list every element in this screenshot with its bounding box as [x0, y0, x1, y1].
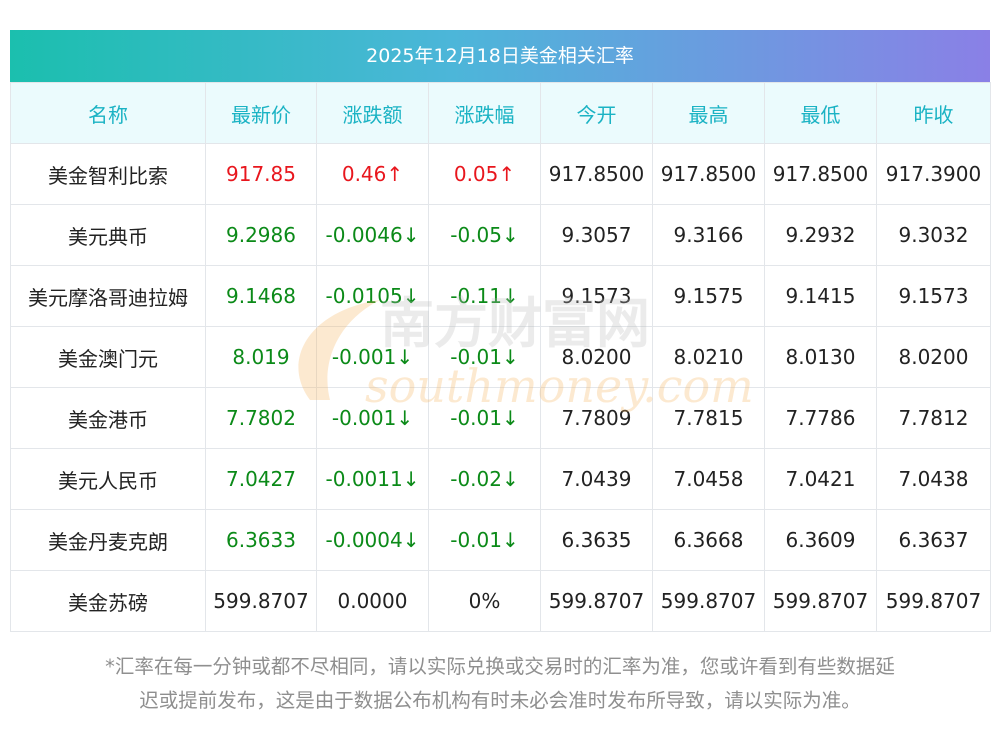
currency-name: 美金苏磅: [10, 570, 206, 632]
high-price: 9.1575: [652, 265, 765, 327]
table-row: 美金苏磅 599.8707 0.0000 0% 599.8707 599.870…: [10, 570, 991, 632]
header-latest: 最新价: [205, 82, 317, 144]
open-price: 7.0439: [540, 448, 653, 510]
disclaimer-note: *汇率在每一分钟或都不尽相同，请以实际兑换或交易时的汇率为准，您或许看到有些数据…: [10, 650, 990, 718]
latest-price: 8.019: [205, 326, 317, 388]
open-price: 8.0200: [540, 326, 653, 388]
change-amount: -0.0046↓: [316, 204, 429, 266]
table-title: 2025年12月18日美金相关汇率: [10, 30, 990, 82]
low-price: 7.0421: [764, 448, 877, 510]
table-row: 美金智利比索 917.85 0.46↑ 0.05↑ 917.8500 917.8…: [10, 143, 991, 205]
change-amount: -0.001↓: [316, 326, 429, 388]
low-price: 6.3609: [764, 509, 877, 571]
change-amount: 0.46↑: [316, 143, 429, 205]
change-percent: 0.05↑: [428, 143, 541, 205]
change-percent: -0.02↓: [428, 448, 541, 510]
table-row: 美金港币 7.7802 -0.001↓ -0.01↓ 7.7809 7.7815…: [10, 387, 991, 449]
currency-name: 美金丹麦克朗: [10, 509, 206, 571]
prev-close: 7.0438: [876, 448, 991, 510]
high-price: 8.0210: [652, 326, 765, 388]
latest-price: 9.1468: [205, 265, 317, 327]
open-price: 9.3057: [540, 204, 653, 266]
low-price: 8.0130: [764, 326, 877, 388]
disclaimer-line-1: *汇率在每一分钟或都不尽相同，请以实际兑换或交易时的汇率为准，您或许看到有些数据…: [105, 655, 895, 678]
change-amount: 0.0000: [316, 570, 429, 632]
change-amount: -0.001↓: [316, 387, 429, 449]
prev-close: 8.0200: [876, 326, 991, 388]
change-percent: -0.05↓: [428, 204, 541, 266]
change-percent: -0.01↓: [428, 387, 541, 449]
open-price: 599.8707: [540, 570, 653, 632]
latest-price: 9.2986: [205, 204, 317, 266]
high-price: 9.3166: [652, 204, 765, 266]
table-header-row: 名称 最新价 涨跌额 涨跌幅 今开 最高 最低 昨收: [10, 82, 991, 144]
currency-name: 美金港币: [10, 387, 206, 449]
low-price: 7.7786: [764, 387, 877, 449]
currency-name: 美金智利比索: [10, 143, 206, 205]
table-row: 美金澳门元 8.019 -0.001↓ -0.01↓ 8.0200 8.0210…: [10, 326, 991, 388]
low-price: 9.1415: [764, 265, 877, 327]
latest-price: 6.3633: [205, 509, 317, 571]
prev-close: 9.1573: [876, 265, 991, 327]
latest-price: 7.0427: [205, 448, 317, 510]
open-price: 7.7809: [540, 387, 653, 449]
open-price: 917.8500: [540, 143, 653, 205]
low-price: 599.8707: [764, 570, 877, 632]
change-amount: -0.0004↓: [316, 509, 429, 571]
prev-close: 9.3032: [876, 204, 991, 266]
table-row: 美金丹麦克朗 6.3633 -0.0004↓ -0.01↓ 6.3635 6.3…: [10, 509, 991, 571]
table-row: 美元人民币 7.0427 -0.0011↓ -0.02↓ 7.0439 7.04…: [10, 448, 991, 510]
prev-close: 7.7812: [876, 387, 991, 449]
currency-name: 美元摩洛哥迪拉姆: [10, 265, 206, 327]
rate-table: 名称 最新价 涨跌额 涨跌幅 今开 最高 最低 昨收 美金智利比索 917.85…: [10, 82, 991, 632]
currency-name: 美元人民币: [10, 448, 206, 510]
header-change-pct: 涨跌幅: [428, 82, 541, 144]
latest-price: 917.85: [205, 143, 317, 205]
header-high: 最高: [652, 82, 765, 144]
prev-close: 599.8707: [876, 570, 991, 632]
disclaimer-line-2: 迟或提前发布，这是由于数据公布机构有时未必会准时发布所导致，请以实际为准。: [139, 689, 861, 712]
open-price: 6.3635: [540, 509, 653, 571]
change-percent: -0.01↓: [428, 509, 541, 571]
change-percent: -0.01↓: [428, 326, 541, 388]
latest-price: 7.7802: [205, 387, 317, 449]
open-price: 9.1573: [540, 265, 653, 327]
low-price: 917.8500: [764, 143, 877, 205]
currency-name: 美元典币: [10, 204, 206, 266]
prev-close: 917.3900: [876, 143, 991, 205]
change-amount: -0.0011↓: [316, 448, 429, 510]
high-price: 7.7815: [652, 387, 765, 449]
prev-close: 6.3637: [876, 509, 991, 571]
change-amount: -0.0105↓: [316, 265, 429, 327]
high-price: 6.3668: [652, 509, 765, 571]
table-row: 美元典币 9.2986 -0.0046↓ -0.05↓ 9.3057 9.316…: [10, 204, 991, 266]
currency-name: 美金澳门元: [10, 326, 206, 388]
header-change: 涨跌额: [316, 82, 429, 144]
change-percent: 0%: [428, 570, 541, 632]
header-prev-close: 昨收: [876, 82, 991, 144]
low-price: 9.2932: [764, 204, 877, 266]
high-price: 599.8707: [652, 570, 765, 632]
header-low: 最低: [764, 82, 877, 144]
table-row: 美元摩洛哥迪拉姆 9.1468 -0.0105↓ -0.11↓ 9.1573 9…: [10, 265, 991, 327]
change-percent: -0.11↓: [428, 265, 541, 327]
rate-table-container: 2025年12月18日美金相关汇率 名称 最新价 涨跌额 涨跌幅 今开 最高 最…: [10, 30, 991, 632]
high-price: 7.0458: [652, 448, 765, 510]
header-name: 名称: [10, 82, 206, 144]
header-open: 今开: [540, 82, 653, 144]
latest-price: 599.8707: [205, 570, 317, 632]
high-price: 917.8500: [652, 143, 765, 205]
